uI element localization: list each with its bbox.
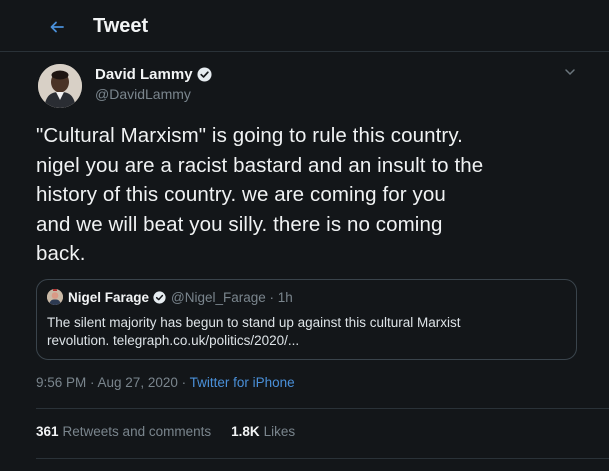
page-title: Tweet <box>93 15 149 37</box>
retweets-count: 361 <box>36 424 59 439</box>
tweet-datetime[interactable]: 9:56 PM · Aug 27, 2020 · <box>36 375 190 390</box>
tweet-stats: 361 Retweets and comments 1.8K Likes <box>36 424 295 439</box>
quoted-author-handle: @Nigel_Farage · 1h <box>171 289 293 305</box>
arrow-left-icon <box>50 21 64 33</box>
avatar-image <box>38 64 82 108</box>
likes-label: Likes <box>263 424 296 439</box>
tweet-detail-page: Tweet David Lammy @DavidLammy "Cultural … <box>0 0 609 471</box>
tweet-text: "Cultural Marxism" is going to rule this… <box>36 121 596 269</box>
divider <box>36 408 609 409</box>
retweets-stat[interactable]: 361 Retweets and comments <box>36 424 211 439</box>
quoted-line: The silent majority has begun to stand u… <box>47 315 461 330</box>
tweet-line: nigel you are a racist bastard and an in… <box>36 153 484 177</box>
quoted-line: revolution. telegraph.co.uk/politics/202… <box>47 333 300 348</box>
quoted-author-avatar <box>47 289 63 305</box>
tweet-line: and we will beat you silly. there is no … <box>36 212 443 236</box>
tweet-client-link[interactable]: Twitter for iPhone <box>190 375 295 390</box>
likes-stat[interactable]: 1.8K Likes <box>231 424 295 439</box>
quoted-tweet-header: Nigel Farage @Nigel_Farage · 1h <box>47 289 293 305</box>
tweet-meta: 9:56 PM · Aug 27, 2020 · Twitter for iPh… <box>36 375 295 390</box>
author-name[interactable]: David Lammy <box>95 66 212 83</box>
back-button[interactable] <box>44 14 70 40</box>
likes-count: 1.8K <box>231 424 260 439</box>
retweets-label: Retweets and comments <box>62 424 212 439</box>
tweet-line: history of this country. we are coming f… <box>36 183 446 206</box>
verified-badge-icon <box>153 290 166 304</box>
chevron-down-icon <box>565 69 575 76</box>
author-avatar[interactable] <box>38 64 82 108</box>
quoted-tweet[interactable]: Nigel Farage @Nigel_Farage · 1h The sile… <box>36 279 577 360</box>
author-name-text: David Lammy <box>95 66 193 83</box>
quoted-author-name: Nigel Farage <box>68 289 150 305</box>
divider <box>36 458 609 459</box>
top-bar: Tweet <box>0 0 609 52</box>
avatar-image <box>47 289 63 305</box>
tweet-line: back. <box>36 242 86 265</box>
tweet-menu-button[interactable] <box>560 64 580 84</box>
author-handle[interactable]: @DavidLammy <box>95 86 191 102</box>
tweet-line: "Cultural Marxism" is going to rule this… <box>36 124 463 147</box>
quoted-tweet-text: The silent majority has begun to stand u… <box>47 314 572 350</box>
verified-badge-icon <box>197 67 212 82</box>
